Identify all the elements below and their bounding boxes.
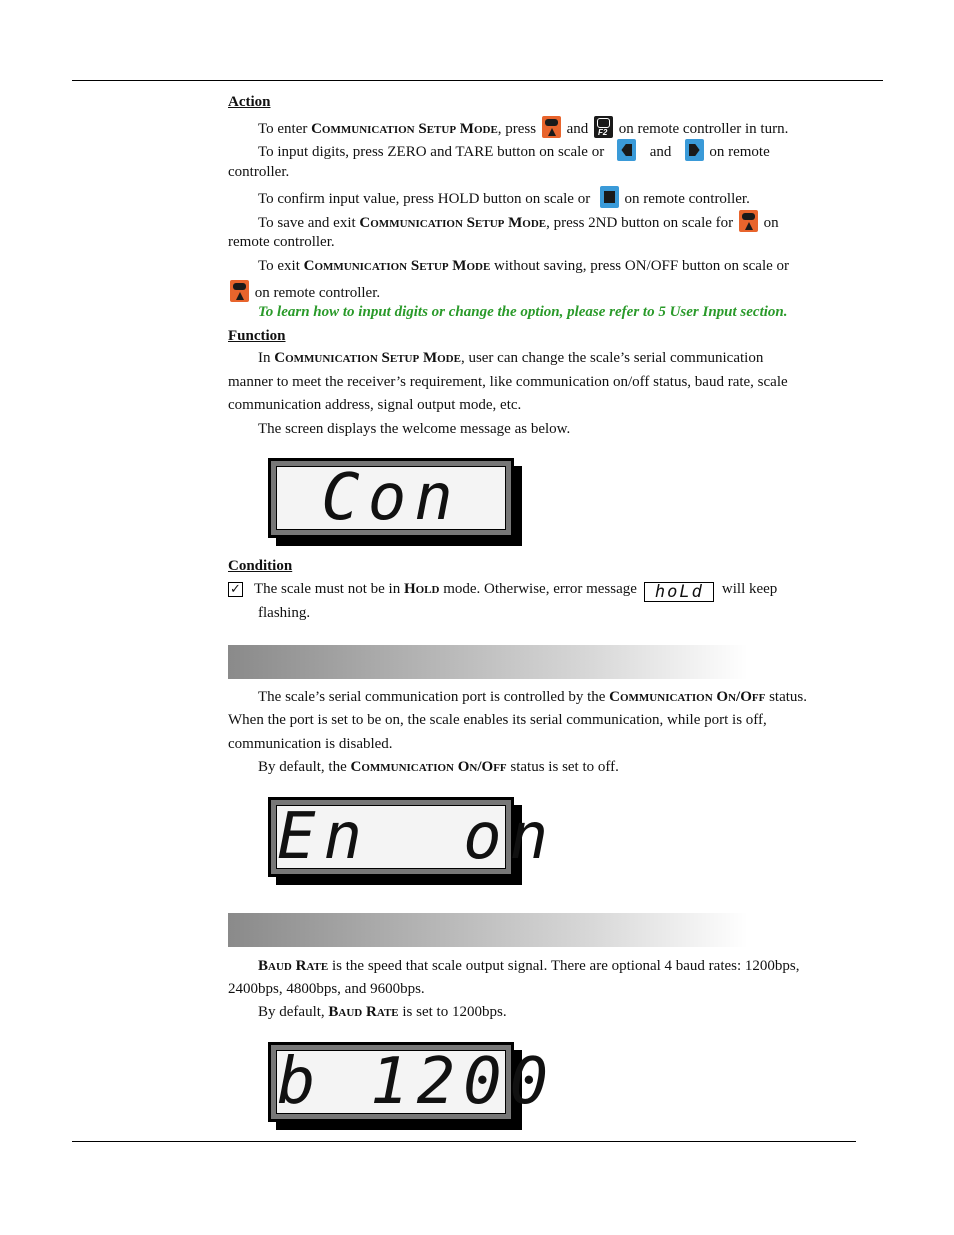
- term: Baud Rate: [328, 1004, 399, 1020]
- text: on remote: [709, 144, 770, 160]
- section-header-bar: [228, 645, 748, 679]
- power-button-icon: [230, 280, 249, 302]
- term: Communication On/Off: [609, 689, 766, 705]
- text: on remote controller in turn.: [618, 121, 789, 137]
- top-rule: [72, 80, 883, 81]
- text: By default,: [258, 1004, 329, 1020]
- lcd-display-en-on: En on: [268, 797, 557, 885]
- action-line: To exit Communication Setup Mode without…: [258, 257, 789, 275]
- f2-button-icon: [594, 116, 614, 138]
- lcd-display-con: Con: [268, 458, 522, 546]
- function-heading: Function: [228, 328, 286, 344]
- text: , user can change the scale’s serial com…: [460, 350, 764, 366]
- text: status is set to off.: [506, 759, 619, 775]
- action-line: To save and exit Communication Setup Mod…: [258, 210, 779, 232]
- text: The scale must not be in: [253, 581, 404, 597]
- text: mode. Otherwise, error message: [439, 581, 637, 597]
- text: , press: [497, 121, 537, 137]
- text: To save and exit: [258, 215, 360, 231]
- text: By default, the: [258, 759, 351, 775]
- baud-line: By default, Baud Rate is set to 1200bps.: [258, 1003, 507, 1021]
- text: In: [258, 350, 275, 366]
- text: without saving, press ON/OFF button on s…: [494, 258, 790, 274]
- action-line: controller.: [228, 164, 290, 180]
- left-arrow-button-icon: [617, 139, 637, 161]
- mode-term: Communication Setup Mode: [303, 258, 491, 274]
- bottom-rule: [72, 1141, 856, 1142]
- mode-term: Communication Setup Mode: [311, 121, 498, 137]
- text: is set to 1200bps.: [398, 1004, 507, 1020]
- checkbox-icon: ✓: [228, 582, 243, 597]
- function-line: In Communication Setup Mode, user can ch…: [258, 349, 763, 367]
- right-arrow-button-icon: [684, 139, 704, 161]
- onoff-line: The scale’s serial communication port is…: [258, 688, 807, 706]
- text: is the speed that scale output signal. T…: [328, 958, 800, 974]
- action-heading: Action: [228, 94, 271, 110]
- text: on remote controller.: [254, 285, 381, 301]
- error-lcd-hold: hoLd: [644, 582, 715, 602]
- onoff-line: When the port is set to be on, the scale…: [228, 712, 767, 728]
- text: To exit: [258, 258, 304, 274]
- hold-term: Hold: [403, 581, 440, 597]
- text: The scale’s serial communication port is…: [258, 689, 610, 705]
- onoff-line: By default, the Communication On/Off sta…: [258, 758, 619, 776]
- condition-heading: Condition: [228, 558, 293, 574]
- action-line: on remote controller.: [228, 280, 380, 302]
- text: and: [566, 121, 589, 137]
- section-header-bar: [228, 913, 748, 947]
- text: on: [763, 215, 779, 231]
- 2nd-button-icon: [738, 210, 758, 232]
- function-line: The screen displays the welcome message …: [258, 421, 571, 437]
- baud-line: 2400bps, 4800bps, and 9600bps.: [228, 981, 425, 997]
- mode-term: Communication Setup Mode: [359, 215, 547, 231]
- function-line: manner to meet the receiver’s requiremen…: [228, 374, 788, 390]
- lcd-text: Con: [276, 466, 506, 530]
- term: Baud Rate: [258, 958, 329, 974]
- condition-line: ✓ The scale must not be in Hold mode. Ot…: [228, 580, 777, 602]
- lcd-display-b1200: b 1200: [268, 1042, 557, 1130]
- action-line: To confirm input value, press HOLD butto…: [258, 186, 750, 208]
- onoff-line: communication is disabled.: [228, 736, 393, 752]
- text: To confirm input value, press HOLD butto…: [258, 191, 591, 207]
- mode-term: Communication Setup Mode: [274, 350, 461, 366]
- text: To input digits, press ZERO and TARE but…: [258, 144, 605, 160]
- term: Communication On/Off: [350, 759, 507, 775]
- text: , press 2ND button on scale for: [546, 215, 734, 231]
- text: will keep: [721, 581, 778, 597]
- lcd-text: En on: [276, 800, 557, 874]
- text: on remote controller.: [624, 191, 750, 207]
- action-line: remote controller.: [228, 234, 335, 250]
- action-line: To enter Communication Setup Mode, press…: [258, 116, 788, 138]
- action-line: To input digits, press ZERO and TARE but…: [258, 139, 770, 161]
- text: status.: [765, 689, 807, 705]
- condition-line: flashing.: [258, 605, 311, 621]
- note-text: To learn how to input digits or change t…: [258, 304, 788, 320]
- lcd-text: b 1200: [276, 1045, 557, 1119]
- 2nd-button-icon: [541, 116, 561, 138]
- text: and: [649, 144, 672, 160]
- document-page: Action To enter Communication Setup Mode…: [0, 0, 954, 1235]
- hold-button-icon: [599, 186, 619, 208]
- function-line: communication address, signal output mod…: [228, 397, 522, 413]
- baud-line: Baud Rate is the speed that scale output…: [258, 957, 800, 975]
- text: To enter: [258, 121, 312, 137]
